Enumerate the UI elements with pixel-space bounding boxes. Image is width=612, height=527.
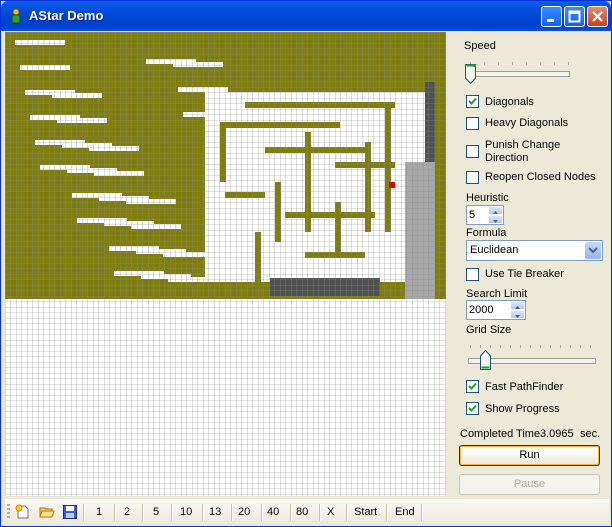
toolbar-item-end[interactable]: End (395, 506, 415, 518)
reopen-closed-nodes-label: Reopen Closed Nodes (485, 171, 596, 183)
search-limit-down-button[interactable] (510, 310, 525, 319)
toolbar-item-start[interactable]: Start (354, 506, 377, 518)
heuristic-spinner[interactable]: 5 (466, 205, 504, 225)
toolbar-separator (421, 504, 423, 521)
grid-size-slider-thumb[interactable] (480, 350, 491, 370)
chevron-down-icon (588, 247, 598, 254)
app-icon (11, 8, 21, 24)
checkmark-icon (468, 382, 477, 390)
diagonals-label: Diagonals (485, 96, 534, 108)
heuristic-label: Heuristic (466, 192, 509, 204)
reopen-closed-nodes-checkbox[interactable] (466, 171, 479, 184)
target-cell (389, 182, 395, 188)
toolbar-item-13[interactable]: 13 (209, 506, 221, 518)
diagonals-checkbox[interactable] (466, 95, 479, 108)
toolbar-item-2[interactable]: 2 (124, 506, 130, 518)
checkmark-icon (468, 97, 477, 105)
grid-lines (5, 32, 446, 496)
minimize-icon (547, 19, 554, 22)
run-button[interactable]: Run (459, 445, 600, 466)
bottom-toolbar: 1 2 5 10 13 20 40 80 X Start End (5, 499, 609, 525)
open-folder-icon[interactable] (39, 504, 55, 520)
toolbar-separator (171, 504, 173, 521)
search-limit-spinner[interactable]: 2000 (466, 300, 526, 320)
toolbar-item-20[interactable]: 20 (238, 506, 250, 518)
heuristic-down-button[interactable] (488, 215, 503, 224)
close-button[interactable] (587, 6, 608, 27)
show-progress-checkbox[interactable] (466, 402, 479, 415)
completed-time-value: 3.0965 (540, 428, 574, 440)
close-icon (592, 11, 603, 22)
search-limit-label: Search Limit (466, 288, 528, 300)
toolbar-separator (290, 504, 292, 521)
toolbar-item-5[interactable]: 5 (153, 506, 159, 518)
toolbar-item-80[interactable]: 80 (296, 506, 308, 518)
punish-change-direction-label-line2: Direction (485, 152, 529, 164)
toolbar-item-1[interactable]: 1 (96, 506, 102, 518)
minimize-button[interactable] (541, 6, 562, 27)
toolbar-separator (142, 504, 144, 521)
heavy-diagonals-label: Heavy Diagonals (485, 117, 569, 129)
formula-label: Formula (466, 227, 507, 239)
toolbar-separator (202, 504, 204, 521)
punish-change-direction-label-line1: Punish Change (485, 139, 561, 151)
speed-label: Speed (464, 40, 496, 52)
toolbar-separator (386, 504, 388, 521)
toolbar-separator (261, 504, 263, 521)
formula-dropdown[interactable]: Euclidean (466, 240, 603, 261)
app-window: AStar Demo Speed Diagonals Heavy Diagona… (0, 0, 612, 527)
search-limit-value: 2000 (469, 304, 494, 316)
pathfinding-grid[interactable] (5, 32, 446, 496)
toolbar-separator (114, 504, 116, 521)
toolbar-separator (319, 504, 321, 521)
arrow-down-icon (515, 315, 520, 318)
heuristic-value: 5 (469, 209, 476, 221)
show-progress-label: Show Progress (485, 403, 560, 415)
title-bar[interactable]: AStar Demo (1, 1, 611, 31)
toolbar-separator (83, 504, 85, 521)
grid-size-label: Grid Size (466, 324, 512, 336)
fast-pathfinder-label: Fast PathFinder (485, 381, 564, 393)
arrow-down-icon (493, 220, 498, 223)
formula-value: Euclidean (470, 244, 519, 256)
speed-slider[interactable] (464, 60, 574, 86)
use-tie-breaker-checkbox[interactable] (466, 268, 479, 281)
formula-dropdown-button[interactable] (585, 242, 601, 259)
new-file-icon[interactable] (15, 504, 31, 520)
fast-pathfinder-checkbox[interactable] (466, 380, 479, 393)
checkmark-icon (468, 404, 477, 412)
completed-time-label: Completed Time (460, 428, 541, 440)
completed-time-unit: sec. (580, 428, 601, 440)
heuristic-up-button[interactable] (488, 206, 503, 215)
window-title: AStar Demo (29, 8, 104, 23)
toolbar-item-40[interactable]: 40 (267, 506, 279, 518)
grid-canvas[interactable] (5, 32, 446, 496)
heavy-diagonals-checkbox[interactable] (466, 117, 479, 130)
toolbar-separator (346, 504, 348, 521)
toolbar-separator (231, 504, 233, 521)
maximize-button[interactable] (564, 6, 585, 27)
punish-change-direction-checkbox[interactable] (466, 145, 479, 158)
speed-slider-thumb[interactable] (465, 64, 476, 84)
toolbar-item-x[interactable]: X (327, 506, 334, 518)
toolbar-grip[interactable] (7, 504, 10, 520)
grid-size-slider[interactable] (466, 339, 598, 370)
maximize-icon (568, 10, 581, 23)
save-icon[interactable] (62, 504, 78, 520)
settings-panel: Speed Diagonals Heavy Diagonals Punish C… (448, 32, 610, 497)
pause-button[interactable]: Pause (459, 474, 600, 495)
use-tie-breaker-label: Use Tie Breaker (485, 268, 564, 280)
toolbar-item-10[interactable]: 10 (180, 506, 192, 518)
search-limit-up-button[interactable] (510, 301, 525, 310)
